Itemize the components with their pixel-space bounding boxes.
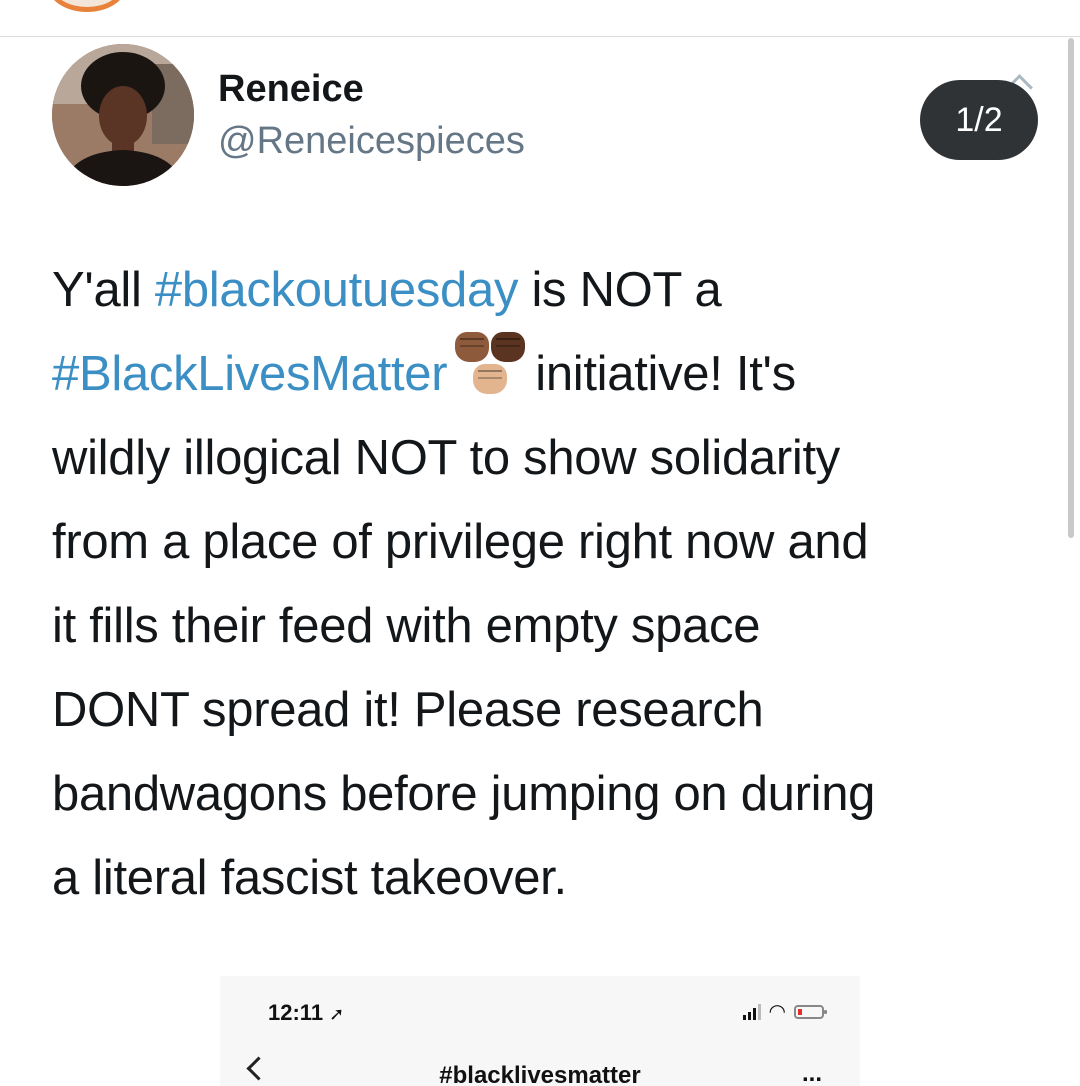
author-photo-icon — [52, 44, 194, 186]
location-arrow-icon: ➚ — [329, 1004, 345, 1024]
hashtag-link[interactable]: #blackoutuesday — [155, 263, 519, 317]
more-options-icon[interactable]: ... — [802, 1060, 822, 1086]
wifi-icon: ◠ — [768, 1001, 786, 1023]
tweet-text-segment: initiative! It's — [535, 347, 796, 401]
author-name[interactable]: Reneice — [218, 68, 364, 111]
scrollbar[interactable] — [1068, 38, 1074, 538]
status-bar-time: 12:11 ➚ — [268, 1000, 344, 1026]
raised-fists-emoji-icon — [453, 332, 527, 398]
tweet-line-4: from a place of privilege right now and — [52, 515, 869, 569]
tweet-line-5: it fills their feed with empty space — [52, 599, 761, 653]
hashtag-link[interactable]: #BlackLivesMatter — [52, 347, 448, 401]
divider — [0, 36, 1080, 37]
tweet-text: Y'all #blackoutuesday is NOT a #BlackLiv… — [52, 248, 1042, 920]
page-indicator-badge: 1/2 — [920, 80, 1038, 160]
status-bar-time-text: 12:11 — [268, 1000, 324, 1025]
tweet-line-1: Y'all #blackoutuesday is NOT a — [52, 248, 1042, 332]
tweet-text-segment: is NOT a — [518, 263, 722, 317]
tweet-line-3: wildly illogical NOT to show solidarity — [52, 431, 840, 485]
author-handle[interactable]: @Reneicespieces — [218, 120, 525, 163]
tweet-line-8: a literal fascist takeover. — [52, 851, 567, 905]
embedded-phone-screenshot[interactable]: 12:11 ➚ ◠ #blacklivesmatter ... — [220, 976, 860, 1086]
tweet-line-2: #BlackLivesMatter initiative! It's — [52, 332, 1042, 416]
signal-icon — [742, 1004, 761, 1020]
battery-icon — [794, 1005, 827, 1019]
previous-post-avatar[interactable] — [48, 0, 126, 12]
nav-title: #blacklivesmatter — [439, 1062, 641, 1086]
tweet-text-segment: Y'all — [52, 263, 155, 317]
tweet-line-7: bandwagons before jumping on during — [52, 767, 876, 821]
author-avatar[interactable] — [52, 44, 194, 186]
status-bar-icons: ◠ — [742, 1001, 827, 1023]
tweet-line-6: DONT spread it! Please research — [52, 683, 764, 737]
